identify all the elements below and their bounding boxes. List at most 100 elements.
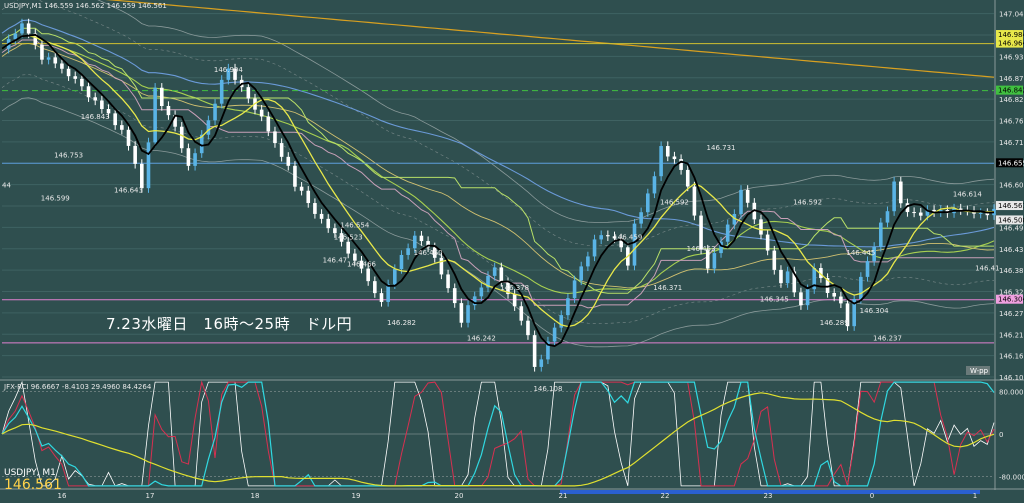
chart-caption: 7.23水曜日 16時～25時 ドル円 bbox=[106, 315, 353, 333]
candle-body bbox=[659, 146, 663, 177]
left-edge-label: 44 bbox=[2, 182, 11, 190]
candle-body bbox=[725, 224, 730, 242]
candle-body bbox=[499, 267, 504, 283]
candle-body bbox=[898, 181, 903, 204]
candle-body bbox=[80, 78, 84, 87]
x-tick-label-9: 1 bbox=[973, 492, 977, 500]
candle-body bbox=[286, 156, 291, 166]
candle-body bbox=[739, 189, 743, 214]
y-tick-label-15: 146.215 bbox=[999, 331, 1024, 339]
candle-body bbox=[526, 320, 530, 336]
candle-body bbox=[133, 145, 137, 164]
price-annotation-21: 146.289 bbox=[820, 319, 849, 327]
price-annotation-26: 146.41 bbox=[975, 264, 1000, 272]
candle-body bbox=[639, 212, 643, 224]
candle-body bbox=[140, 163, 144, 189]
price-annotation-19: 146.592 bbox=[793, 198, 822, 206]
price-annotation-4: 146.904 bbox=[214, 66, 243, 74]
y-tick-label-0: 147.040 bbox=[999, 11, 1024, 19]
y-tick-label-17: 146.105 bbox=[999, 374, 1024, 382]
candle-body bbox=[299, 186, 304, 191]
candle-body bbox=[745, 189, 750, 203]
candle-body bbox=[799, 292, 803, 306]
x-tick-label-0: 16 bbox=[58, 492, 67, 500]
price-box-label-6: 146.304 bbox=[998, 296, 1024, 304]
candle-body bbox=[326, 218, 331, 229]
y-tick-label-16: 146.160 bbox=[999, 353, 1024, 361]
price-annotation-10: 146.282 bbox=[387, 319, 416, 327]
candle-body bbox=[193, 153, 197, 166]
candle-body bbox=[572, 280, 577, 299]
candle-body bbox=[459, 303, 464, 323]
candle-body bbox=[153, 87, 157, 143]
candle-body bbox=[406, 248, 410, 255]
y-tick-label-4: 146.820 bbox=[999, 96, 1024, 104]
price-annotation-22: 146.445 bbox=[846, 249, 875, 257]
osc-level-label-1: 0 bbox=[999, 431, 1003, 439]
candle-body bbox=[166, 105, 171, 116]
price-annotation-9: 146.460 bbox=[414, 249, 443, 257]
chart-stage: 146.753 146.599 146.843 146.643 146.904 146.5… bbox=[0, 0, 1024, 503]
y-tick-label-10: 146.490 bbox=[999, 224, 1024, 232]
candle-body bbox=[386, 284, 390, 302]
price-annotation-11: 146.378 bbox=[500, 284, 529, 292]
y-tick-label-5: 146.765 bbox=[999, 118, 1024, 126]
price-annotation-14: 146.459 bbox=[613, 233, 642, 241]
candle-body bbox=[519, 306, 524, 321]
candle-body bbox=[100, 100, 104, 109]
candle-body bbox=[599, 235, 603, 240]
candle-body bbox=[566, 298, 570, 316]
candle-body bbox=[120, 125, 124, 130]
price-annotation-20: 146.345 bbox=[760, 295, 789, 303]
candle-body bbox=[346, 241, 351, 254]
candle-body bbox=[978, 212, 983, 214]
price-chart[interactable]: 146.753 146.599 146.843 146.643 146.904 146.5… bbox=[0, 0, 1024, 503]
candle-body bbox=[552, 327, 557, 342]
x-tick-label-8: 0 bbox=[870, 492, 874, 500]
candle-body bbox=[412, 235, 417, 249]
candle-body bbox=[66, 68, 71, 77]
chart-header: USDJPY,M1 146.559 146.562 146.559 146.56… bbox=[4, 2, 167, 10]
y-tick-label-14: 146.270 bbox=[999, 310, 1024, 318]
price-box-label-1: 146.964 bbox=[998, 40, 1024, 48]
candle-body bbox=[692, 186, 697, 216]
candle-body bbox=[712, 253, 717, 269]
price-annotation-1: 146.599 bbox=[41, 194, 70, 202]
candle-body bbox=[879, 222, 883, 247]
candle-body bbox=[13, 33, 18, 40]
candle-body bbox=[865, 261, 870, 277]
candle-body bbox=[632, 223, 637, 266]
candle-body bbox=[772, 250, 777, 270]
price-annotation-5: 146.554 bbox=[340, 222, 369, 230]
price-annotation-24: 146.237 bbox=[873, 334, 902, 342]
candle-body bbox=[645, 193, 650, 213]
candle-body bbox=[26, 23, 31, 34]
candle-body bbox=[53, 57, 58, 64]
price-box-label-4: 146.561 bbox=[998, 202, 1024, 210]
candle-body bbox=[126, 129, 131, 146]
candle-body bbox=[512, 294, 517, 307]
candle-body bbox=[539, 359, 544, 367]
candle-body bbox=[885, 211, 890, 223]
candle-body bbox=[213, 103, 217, 121]
x-tick-label-6: 22 bbox=[661, 492, 670, 500]
candle-body bbox=[113, 113, 117, 126]
candle-body bbox=[492, 267, 497, 276]
candle-body bbox=[446, 274, 450, 289]
candle-body bbox=[685, 169, 690, 187]
oscillator-header: JFX-RCI 96.6667 -8.4103 29.4960 84.4264 bbox=[4, 383, 152, 391]
candle-body bbox=[373, 281, 377, 294]
price-annotation-18: 146.731 bbox=[707, 144, 736, 152]
candle-body bbox=[379, 293, 384, 302]
candle-body bbox=[759, 219, 763, 235]
y-tick-label-12: 146.380 bbox=[999, 267, 1024, 275]
y-tick-label-2: 146.930 bbox=[999, 53, 1024, 61]
candle-body bbox=[399, 254, 404, 270]
candle-body bbox=[606, 235, 610, 237]
price-box-label-5: 146.508 bbox=[998, 216, 1024, 224]
candle-body bbox=[293, 165, 297, 187]
candle-body bbox=[159, 87, 164, 106]
x-tick-label-7: 23 bbox=[764, 492, 773, 500]
candle-body bbox=[419, 235, 424, 242]
candle-body bbox=[918, 212, 923, 216]
